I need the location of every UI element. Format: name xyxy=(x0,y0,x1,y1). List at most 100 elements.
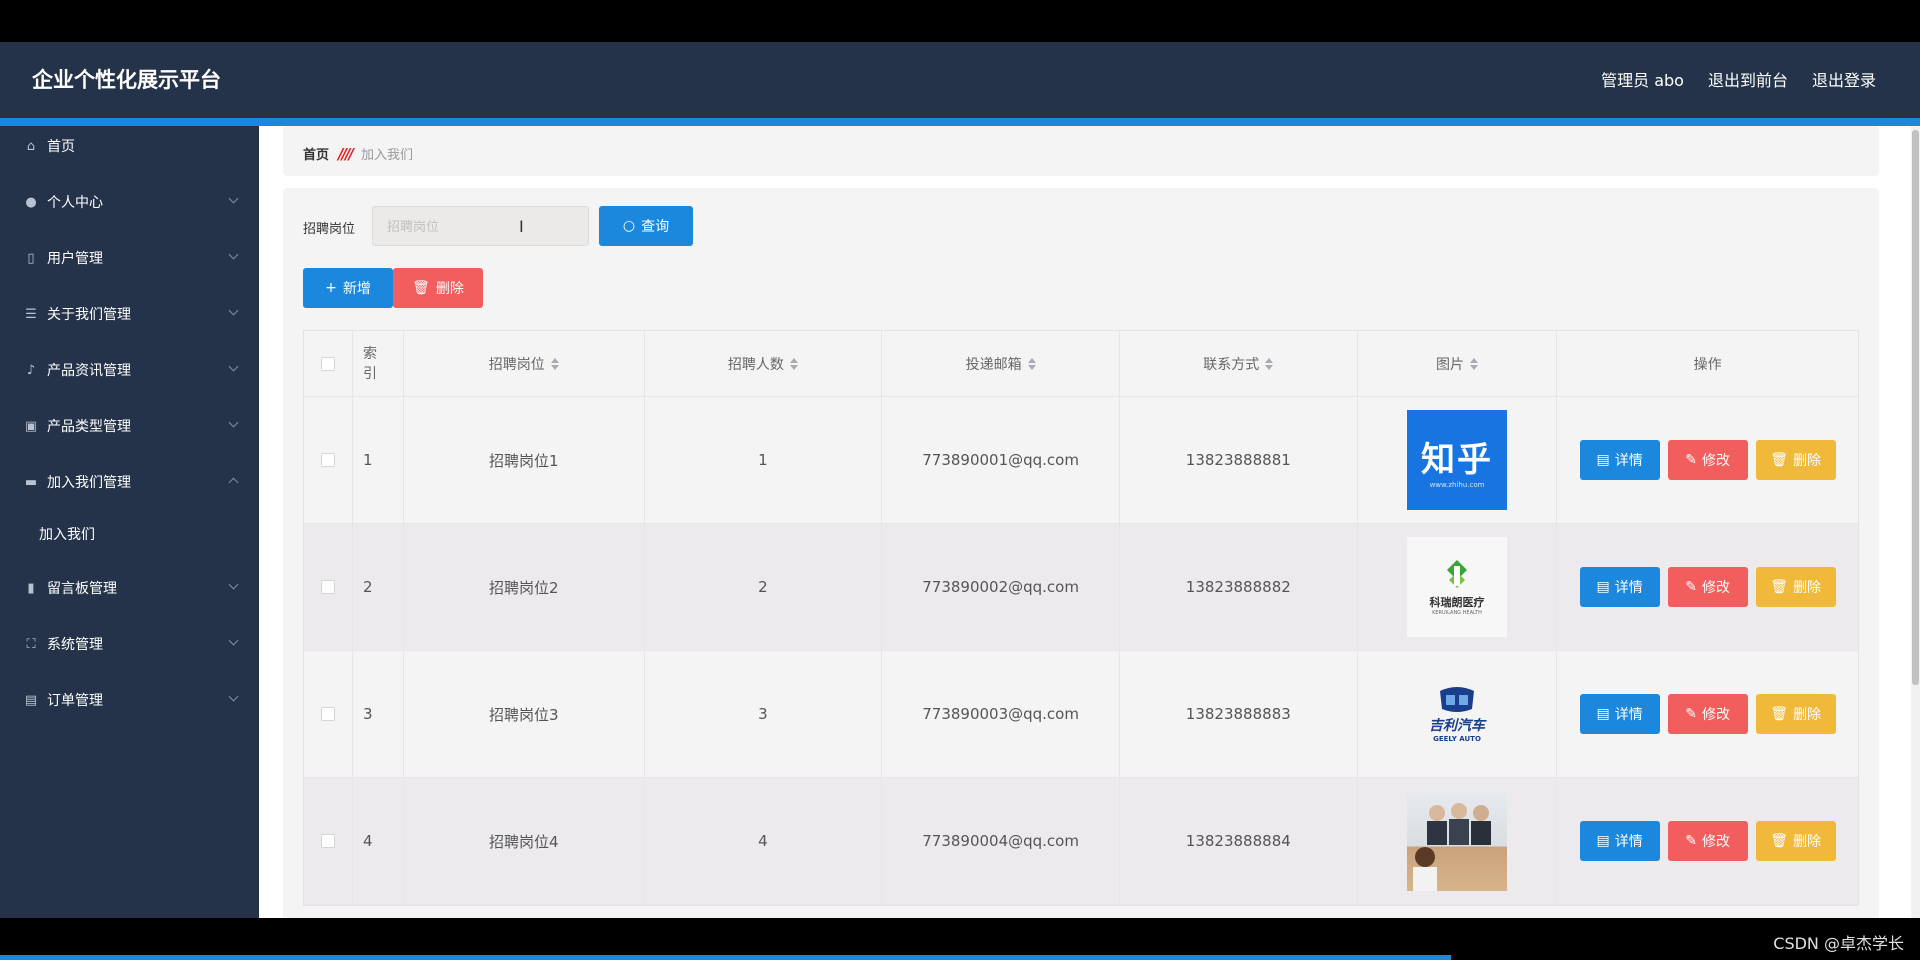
select-all-checkbox[interactable] xyxy=(320,356,335,371)
phone-icon: ▯ xyxy=(27,250,35,266)
edit-button[interactable]: ✎ 修改 xyxy=(1667,440,1748,480)
logo-subtext: www.zhihu.com xyxy=(1429,480,1485,489)
sidebar-item-label: 首页 xyxy=(47,139,75,155)
sort-icon[interactable] xyxy=(1470,357,1478,370)
row-checkbox[interactable] xyxy=(320,707,335,721)
monitor-icon: ▬ xyxy=(24,474,38,490)
sort-icon[interactable] xyxy=(1265,357,1274,370)
page-scrollbar[interactable] xyxy=(1911,126,1920,918)
chevron-down-icon xyxy=(228,691,239,702)
document-icon: ▤ xyxy=(1596,579,1610,595)
batch-delete-button[interactable]: 🗑 删除 xyxy=(393,268,483,308)
sidebar: ⌂ 首页 ● 个人中心 ▯ 用户管理 ☰ 关于我们管理 ♪ 产品资讯管理 ▣ 产… xyxy=(0,126,259,918)
search-icon: ○ xyxy=(622,218,636,234)
breadcrumb: 首页 //// 加入我们 xyxy=(303,144,413,164)
sidebar-item-message-board[interactable]: ▮ 留言板管理 xyxy=(0,568,259,608)
row-image-cell xyxy=(1358,778,1558,904)
document-icon: ▤ xyxy=(1596,452,1610,468)
sidebar-item-about-management[interactable]: ☰ 关于我们管理 xyxy=(0,294,259,334)
sidebar-item-label: 产品资讯管理 xyxy=(47,363,131,379)
sidebar-item-label: 加入我们管理 xyxy=(47,475,131,491)
header-checkbox-cell xyxy=(304,331,353,396)
interview-photo-image[interactable] xyxy=(1407,791,1507,891)
delete-button-label: 删除 xyxy=(435,281,464,297)
sidebar-item-product-type[interactable]: ▣ 产品类型管理 xyxy=(0,406,259,446)
row-ops: ▤ 详情 ✎ 修改 🗑 删除 xyxy=(1557,778,1858,904)
sidebar-item-personal-center[interactable]: ● 个人中心 xyxy=(0,182,259,222)
row-index: 2 xyxy=(353,524,404,650)
header-position[interactable]: 招聘岗位 xyxy=(404,331,645,396)
delete-button[interactable]: 🗑 删除 xyxy=(1755,440,1836,480)
breadcrumb-home[interactable]: 首页 xyxy=(303,144,329,163)
search-label: 招聘岗位 xyxy=(303,222,356,237)
edit-button[interactable]: ✎ 修改 xyxy=(1667,821,1748,861)
edit-button[interactable]: ✎ 修改 xyxy=(1667,567,1748,607)
row-count: 1 xyxy=(645,397,883,523)
exit-to-front-link[interactable]: 退出到前台 xyxy=(1708,67,1788,91)
row-ops: ▤ 详情 ✎ 修改 🗑 删除 xyxy=(1557,397,1858,523)
delete-button[interactable]: 🗑 删除 xyxy=(1755,567,1836,607)
bar-chart-icon: ▮ xyxy=(27,580,35,596)
detail-button[interactable]: ▤ 详情 xyxy=(1579,440,1660,480)
plus-icon: + xyxy=(325,280,337,296)
scrollbar-thumb[interactable] xyxy=(1912,130,1919,685)
detail-button[interactable]: ▤ 详情 xyxy=(1579,694,1660,734)
header-phone[interactable]: 联系方式 xyxy=(1120,331,1358,396)
admin-user-link[interactable]: 管理员 abo xyxy=(1601,67,1684,91)
row-image-cell: 科瑞朗医疗 KERUILANG HEALTH xyxy=(1358,524,1558,650)
sidebar-item-home[interactable]: ⌂ 首页 xyxy=(0,126,259,166)
row-checkbox[interactable] xyxy=(320,580,335,594)
sidebar-item-join-us-management[interactable]: ▬ 加入我们管理 xyxy=(0,462,259,502)
chevron-down-icon xyxy=(228,417,239,428)
delete-button[interactable]: 🗑 删除 xyxy=(1755,694,1836,734)
chevron-down-icon xyxy=(228,361,239,372)
row-checkbox[interactable] xyxy=(320,453,335,467)
search-button[interactable]: ○ 查询 xyxy=(599,206,693,246)
header-count[interactable]: 招聘人数 xyxy=(645,331,883,396)
fullscreen-icon: ⛶ xyxy=(26,636,36,652)
video-progress-bar[interactable] xyxy=(0,955,1451,960)
sidebar-item-orders[interactable]: ▤ 订单管理 xyxy=(0,680,259,720)
header-count-label: 招聘人数 xyxy=(727,356,784,373)
detail-button[interactable]: ▤ 详情 xyxy=(1579,567,1660,607)
chevron-down-icon xyxy=(228,305,239,316)
keruilang-logo-image[interactable]: 科瑞朗医疗 KERUILANG HEALTH xyxy=(1407,537,1507,637)
delete-button[interactable]: 🗑 删除 xyxy=(1755,821,1836,861)
sidebar-subitem-join-us[interactable]: 加入我们 xyxy=(0,514,259,554)
row-phone: 13823888883 xyxy=(1120,651,1358,777)
edit-button[interactable]: ✎ 修改 xyxy=(1667,694,1748,734)
geely-logo-image[interactable]: 吉利汽车 GEELY AUTO xyxy=(1407,664,1507,764)
sidebar-item-user-management[interactable]: ▯ 用户管理 xyxy=(0,238,259,278)
add-button[interactable]: + 新增 xyxy=(303,268,393,308)
sort-icon[interactable] xyxy=(550,357,559,370)
keruilang-emblem-icon xyxy=(1447,560,1467,588)
chevron-down-icon xyxy=(228,579,239,590)
row-checkbox[interactable] xyxy=(320,834,335,848)
interview-people-icon xyxy=(1413,803,1491,891)
pencil-icon: ✎ xyxy=(1685,452,1698,468)
sidebar-item-product-news[interactable]: ♪ 产品资讯管理 xyxy=(0,350,259,390)
logo-text: 知乎 xyxy=(1421,439,1493,480)
header-email[interactable]: 投递邮箱 xyxy=(882,331,1120,396)
row-checkbox-cell xyxy=(304,524,353,650)
row-count: 3 xyxy=(645,651,883,777)
row-index: 1 xyxy=(353,397,404,523)
chevron-down-icon xyxy=(228,249,239,260)
sidebar-item-label: 留言板管理 xyxy=(47,581,117,597)
top-black-bar xyxy=(0,0,1920,42)
sidebar-item-system[interactable]: ⛶ 系统管理 xyxy=(0,624,259,664)
row-position: 招聘岗位1 xyxy=(404,397,645,523)
logout-link[interactable]: 退出登录 xyxy=(1812,67,1876,91)
header-image[interactable]: 图片 xyxy=(1358,331,1558,396)
app-header: 企业个性化展示平台 管理员 abo 退出到前台 退出登录 xyxy=(0,42,1920,118)
chevron-up-icon xyxy=(228,477,239,488)
sort-icon[interactable] xyxy=(789,357,798,370)
chevron-down-icon xyxy=(228,635,239,646)
sort-icon[interactable] xyxy=(1027,357,1036,370)
detail-button[interactable]: ▤ 详情 xyxy=(1579,821,1660,861)
edit-label: 修改 xyxy=(1702,580,1731,596)
header-ops: 操作 xyxy=(1557,331,1858,396)
row-email: 773890004@qq.com xyxy=(882,778,1120,904)
zhihu-logo-image[interactable]: 知乎 www.zhihu.com xyxy=(1407,410,1507,510)
search-input[interactable] xyxy=(372,206,589,246)
